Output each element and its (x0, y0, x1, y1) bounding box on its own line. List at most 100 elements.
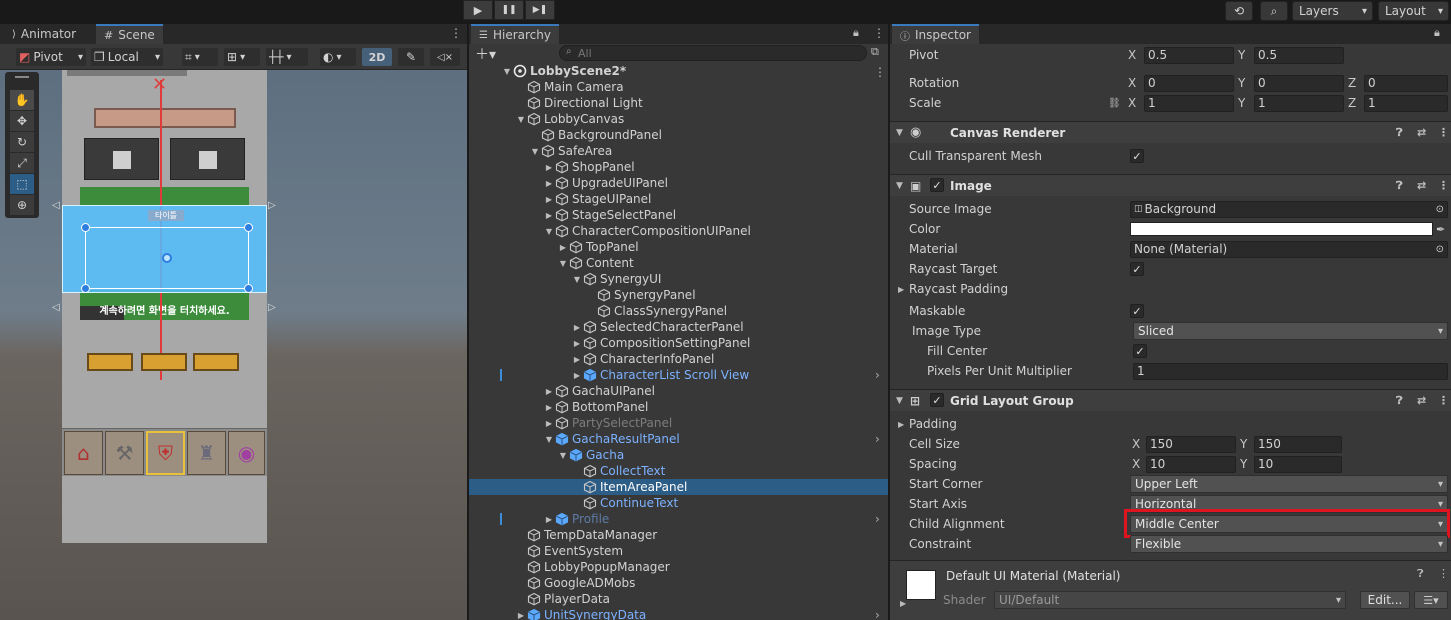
hierarchy-item[interactable]: ▶ PartySelectPanel (469, 415, 888, 431)
foldout-arrow-icon[interactable]: ▶ (543, 179, 555, 188)
foldout-arrow-icon[interactable]: ▶ (571, 355, 583, 364)
foldout-arrow-icon[interactable]: ▶ (900, 599, 906, 608)
eyedropper-icon[interactable]: ✒ (1436, 223, 1445, 236)
increment-snap-button[interactable]: ┼┼ ▾ (266, 48, 308, 66)
hierarchy-item[interactable]: ContinueText (469, 495, 888, 511)
hierarchy-item[interactable]: ▶ CharacterList Scroll View › (469, 367, 888, 383)
fill-center-checkbox[interactable]: ✓ (1133, 344, 1147, 358)
start-corner-dropdown[interactable]: Upper Left (1130, 475, 1448, 493)
foldout-arrow-icon[interactable]: ▶ (543, 195, 555, 204)
component-menu-icon[interactable]: ⋮ (1438, 179, 1449, 192)
lock-icon[interactable]: 🔒︎ (853, 26, 859, 40)
selected-rect-overlay[interactable]: 타이틀 (62, 205, 267, 293)
prefab-open-arrow-icon[interactable]: › (875, 432, 880, 446)
pivot-dropdown[interactable]: ◩ Pivot ▾ (16, 48, 86, 66)
foldout-arrow-icon[interactable]: ▶ (543, 163, 555, 172)
pivot-handle[interactable] (162, 253, 172, 263)
foldout-arrow-icon[interactable]: ▶ (898, 285, 904, 294)
hierarchy-item[interactable]: ▶ StageSelectPanel (469, 207, 888, 223)
transform-tool-button[interactable]: ⊕ (10, 195, 34, 215)
foldout-arrow-icon[interactable]: ▶ (543, 515, 555, 524)
color-swatch[interactable] (1130, 222, 1433, 236)
foldout-arrow-icon[interactable]: ▶ (515, 611, 527, 620)
help-icon[interactable]: ❓︎ (1396, 126, 1403, 140)
help-icon[interactable]: ❓︎ (1396, 179, 1403, 193)
foldout-arrow-icon[interactable]: ▼ (529, 147, 541, 156)
hierarchy-item[interactable]: ▼ Content (469, 255, 888, 271)
spacing-y-field[interactable]: 10 (1254, 455, 1342, 473)
tab-inspector[interactable]: ⓘ Inspector (892, 24, 979, 44)
foldout-arrow-icon[interactable]: ▶ (571, 371, 583, 380)
hierarchy-item[interactable]: ▶ BottomPanel (469, 399, 888, 415)
foldout-arrow-icon[interactable]: ▶ (557, 243, 569, 252)
tab-scene[interactable]: # Scene (96, 24, 163, 44)
layers-dropdown[interactable]: Layers ▾ (1292, 1, 1373, 21)
hierarchy-item[interactable]: Directional Light (469, 95, 888, 111)
rotation-z-field[interactable]: 0 (1364, 74, 1448, 92)
rotation-y-field[interactable]: 0 (1254, 74, 1344, 92)
hierarchy-item[interactable]: ▶ GachaUIPanel (469, 383, 888, 399)
link-icon[interactable]: ⛓ (1108, 98, 1121, 109)
hierarchy-item[interactable]: ▼ GachaResultPanel › (469, 431, 888, 447)
hierarchy-item[interactable]: GoogleADMobs (469, 575, 888, 591)
foldout-arrow-icon[interactable]: ▼ (571, 275, 583, 284)
foldout-arrow-icon[interactable]: ▶ (543, 387, 555, 396)
foldout-arrow-icon[interactable]: ▼ (896, 128, 903, 138)
hierarchy-item[interactable]: ▼ LobbyCanvas (469, 111, 888, 127)
foldout-arrow-icon[interactable]: ▼ (501, 67, 513, 76)
shader-dropdown[interactable]: UI/Default (994, 591, 1346, 609)
raycast-target-checkbox[interactable]: ✓ (1130, 262, 1144, 276)
toggle-2d-button[interactable]: 2D (362, 48, 392, 66)
hand-tool-button[interactable]: ✋ (10, 90, 34, 110)
hierarchy-item[interactable]: ▼ Gacha (469, 447, 888, 463)
spacing-x-field[interactable]: 10 (1146, 455, 1236, 473)
tab-animator[interactable]: ⟩ Animator (4, 24, 84, 44)
scene-visibility-icon[interactable]: ⧉ (871, 45, 879, 59)
maskable-checkbox[interactable]: ✓ (1130, 304, 1144, 318)
foldout-arrow-icon[interactable]: ▼ (896, 396, 903, 406)
hierarchy-item[interactable]: ▶ CompositionSettingPanel (469, 335, 888, 351)
hierarchy-item[interactable]: ▶ TopPanel (469, 239, 888, 255)
padding-row[interactable]: ▶ Padding (890, 414, 1451, 434)
hierarchy-item[interactable]: BackgroundPanel (469, 127, 888, 143)
foldout-arrow-icon[interactable]: ▼ (543, 227, 555, 236)
canvas-renderer-header[interactable]: ▼ ◉ Canvas Renderer ❓︎ ⇄ ⋮ (890, 121, 1451, 143)
ppu-field[interactable]: 1 (1133, 362, 1448, 380)
handle-top-right[interactable] (244, 223, 253, 232)
lighting-button[interactable]: ✎ (398, 48, 424, 66)
handle-bottom-right[interactable] (244, 284, 253, 293)
hierarchy-item[interactable]: ▶ UnitSynergyData › (469, 607, 888, 620)
hierarchy-item[interactable]: ItemAreaPanel (469, 479, 888, 495)
help-icon[interactable]: ❓︎ (1396, 394, 1403, 408)
source-image-field[interactable]: ◫ Background ⊙ (1130, 200, 1448, 218)
object-picker-icon[interactable]: ⊙ (1436, 244, 1444, 255)
help-icon[interactable]: ❓︎ (1417, 567, 1424, 581)
grid-layout-header[interactable]: ▼ ⊞ ✓ Grid Layout Group ❓︎ ⇄ ⋮ (890, 389, 1451, 411)
step-button[interactable]: ▶❚ (525, 0, 555, 20)
hierarchy-item[interactable]: ▶ CharacterInfoPanel (469, 351, 888, 367)
grid-visibility-button[interactable]: ⊞ ▾ (224, 48, 260, 66)
prefab-open-arrow-icon[interactable]: › (875, 368, 880, 382)
material-field[interactable]: None (Material) ⊙ (1130, 240, 1448, 258)
foldout-arrow-icon[interactable]: ▶ (571, 339, 583, 348)
foldout-arrow-icon[interactable]: ▶ (543, 419, 555, 428)
grid-enabled-checkbox[interactable]: ✓ (930, 393, 944, 407)
hierarchy-item[interactable]: ▶ UpgradeUIPanel (469, 175, 888, 191)
rect-tool-button[interactable]: ⬚ (10, 174, 34, 194)
pivot-x-field[interactable]: 0.5 (1144, 46, 1234, 64)
component-menu-icon[interactable]: ⋮ (1438, 567, 1449, 580)
pivot-y-field[interactable]: 0.5 (1254, 46, 1344, 64)
edit-shader-button[interactable]: Edit... (1360, 591, 1410, 609)
hierarchy-item[interactable]: PlayerData (469, 591, 888, 607)
handle-bottom-left[interactable] (81, 284, 90, 293)
layout-dropdown[interactable]: Layout ▾ (1378, 1, 1449, 21)
more-options-icon[interactable]: ⋮ (450, 26, 462, 40)
scale-z-field[interactable]: 1 (1364, 94, 1448, 112)
hierarchy-item[interactable]: ▶ Profile › (469, 511, 888, 527)
hierarchy-item[interactable]: TempDataManager (469, 527, 888, 543)
rotate-tool-button[interactable]: ↻ (10, 132, 34, 152)
image-enabled-checkbox[interactable]: ✓ (930, 178, 944, 192)
hierarchy-item[interactable]: ▼ SynergyUI (469, 271, 888, 287)
hierarchy-item[interactable]: EventSystem (469, 543, 888, 559)
hierarchy-item[interactable]: ▶ ShopPanel (469, 159, 888, 175)
